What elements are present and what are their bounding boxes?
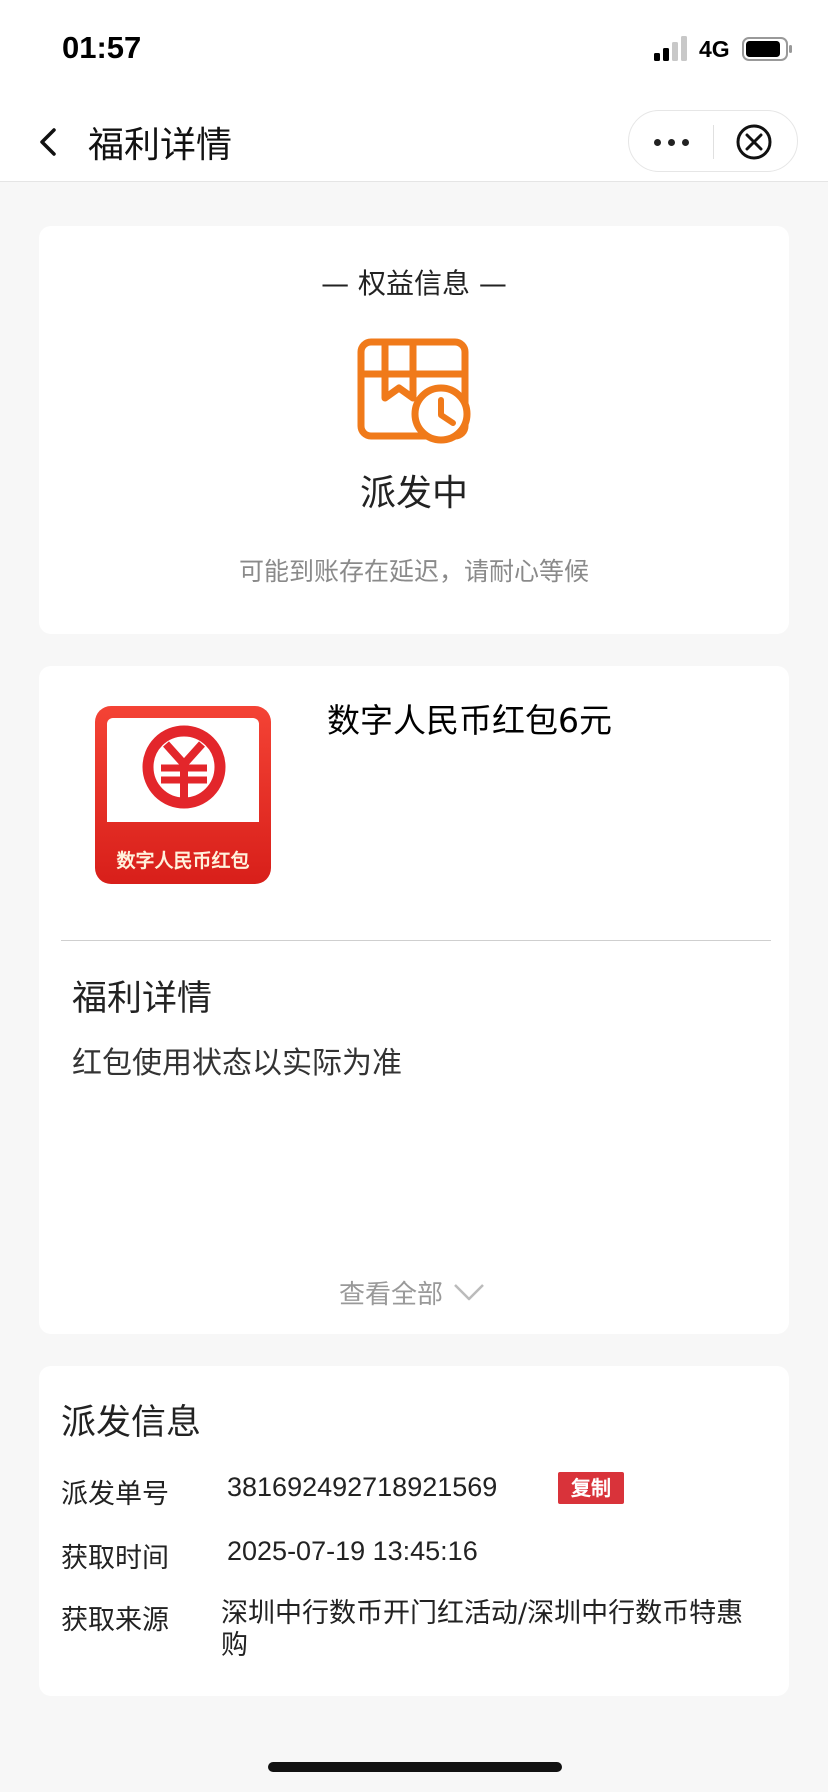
copy-button[interactable]: 复制 [558, 1472, 624, 1504]
distribution-card: 派发信息 派发单号 381692492718921569 复制 获取时间 202… [39, 1366, 789, 1696]
order-number-label: 派发单号 [61, 1479, 169, 1510]
benefit-info-card: — 权益信息 — 派发中 可能到账存在延迟，请耐心等候 [39, 226, 789, 634]
delay-hint: 可能到账存在延迟，请耐心等候 [238, 557, 589, 586]
status-time: 01:57 [62, 30, 142, 65]
dispatch-status: 派发中 [359, 473, 468, 514]
section-heading: — 权益信息 — [321, 267, 507, 300]
chevron-down-icon [454, 1284, 484, 1301]
product-card: 数字人民币红包 数字人民币红包6元 福利详情 红包使用状态以实际为准 查看全部 [39, 666, 789, 1334]
status-bar: 01:57 4G [0, 0, 828, 100]
distribution-title: 派发信息 [61, 1403, 202, 1443]
signal-icon [654, 36, 687, 61]
red-packet-image: 数字人民币红包 [95, 706, 271, 884]
view-all-label: 查看全部 [339, 1279, 444, 1310]
home-indicator [268, 1762, 562, 1772]
order-number-value: 381692492718921569 [227, 1472, 498, 1502]
product-name: 数字人民币红包6元 [327, 701, 612, 740]
mini-program-capsule [628, 110, 798, 172]
close-circle-icon [736, 124, 772, 160]
close-button[interactable] [714, 111, 799, 173]
divider [61, 940, 771, 941]
acquire-time-value: 2025-07-19 13:45:16 [227, 1536, 478, 1566]
page-title: 福利详情 [88, 125, 233, 166]
acquire-source-value: 深圳中行数币开门红活动/深圳中行数币特惠购 [221, 1598, 744, 1661]
network-type: 4G [699, 36, 730, 62]
acquire-source-label: 获取来源 [61, 1605, 169, 1636]
battery-icon [742, 37, 792, 61]
view-all-button[interactable]: 查看全部 [339, 1272, 485, 1312]
more-dot-icon [654, 139, 661, 146]
nav-bar: 福利详情 [0, 100, 828, 182]
red-packet-image-label: 数字人民币红包 [116, 850, 250, 872]
package-clock-icon [357, 338, 471, 444]
detail-title: 福利详情 [72, 979, 213, 1019]
more-dot-icon [682, 139, 689, 146]
detail-body: 红包使用状态以实际为准 [72, 1046, 402, 1081]
acquire-time-label: 获取时间 [61, 1543, 169, 1574]
back-arrow-icon[interactable] [34, 122, 64, 162]
digital-yuan-icon [142, 725, 226, 809]
more-dot-icon [668, 139, 675, 146]
more-button[interactable] [629, 111, 713, 173]
